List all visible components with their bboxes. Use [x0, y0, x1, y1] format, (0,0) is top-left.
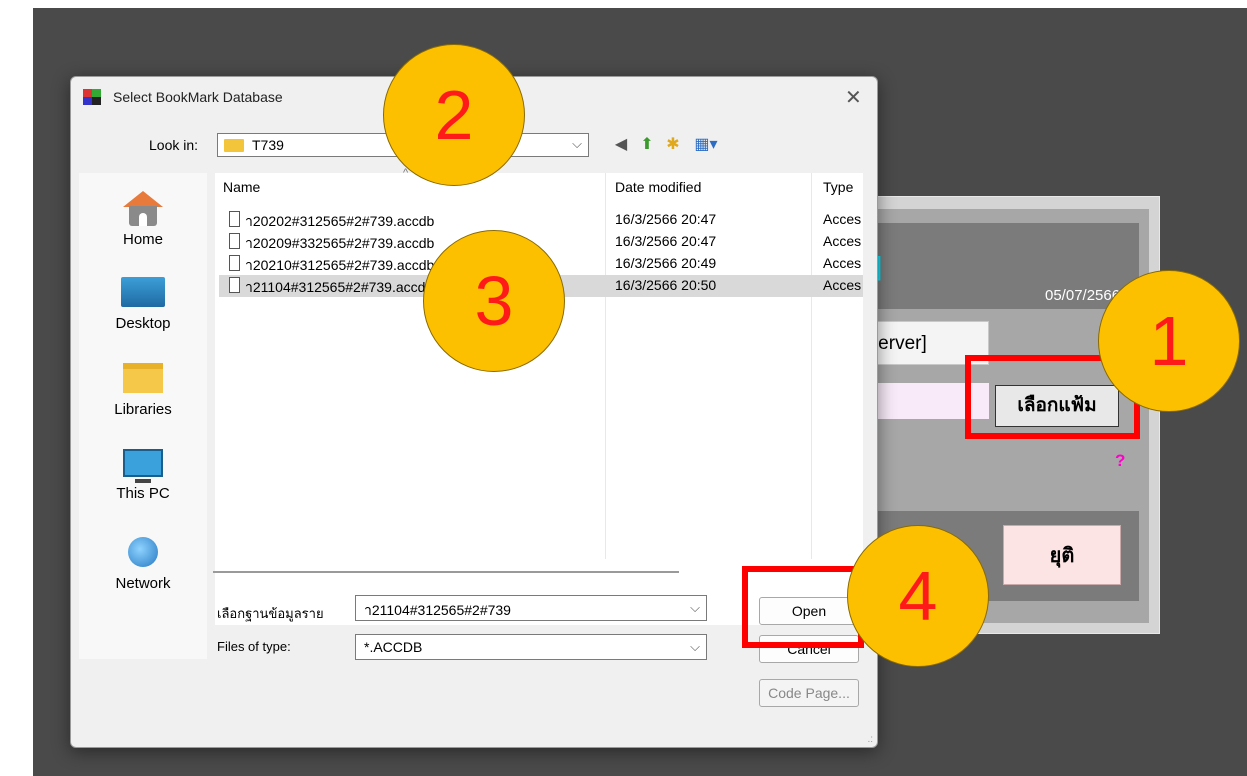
file-icon — [229, 255, 240, 271]
back-icon[interactable]: ◀ — [611, 135, 631, 155]
up-folder-icon[interactable]: ⬆ — [637, 135, 657, 155]
place-label: Libraries — [114, 401, 172, 418]
look-in-value: T739 — [252, 137, 284, 153]
folder-icon — [224, 139, 244, 152]
chevron-down-icon[interactable]: ⌵ — [690, 600, 700, 616]
file-name: า20209#332565#2#739.accdb — [245, 235, 435, 251]
horizontal-scrollbar[interactable] — [213, 571, 679, 573]
file-name-value: า21104#312565#2#739 — [364, 602, 511, 618]
help-icon[interactable]: ? — [1115, 451, 1125, 471]
places-bar: Home Desktop Libraries This PC Network — [79, 173, 207, 659]
place-label: This PC — [116, 485, 170, 502]
file-type: Acces — [823, 211, 862, 227]
file-type: Acces — [823, 255, 862, 271]
file-list[interactable]: Name ^ Date modified Type า20202#312565#… — [215, 167, 863, 625]
file-icon — [229, 211, 240, 227]
file-date: 16/3/2566 20:47 — [615, 211, 717, 227]
place-libraries[interactable]: Libraries — [79, 363, 207, 418]
code-page-button[interactable]: Code Page... — [759, 679, 859, 707]
place-network[interactable]: Network — [79, 537, 207, 592]
place-label: Desktop — [115, 315, 171, 332]
network-icon — [128, 537, 158, 567]
file-name: า21104#312565#2#739.accdb — [245, 279, 434, 295]
file-type-label: Files of type: — [217, 639, 291, 654]
step-4-badge: 4 — [847, 525, 989, 667]
file-type-value: *.ACCDB — [364, 639, 423, 655]
place-label: Network — [115, 575, 171, 592]
column-header-name[interactable]: Name — [223, 179, 260, 195]
file-date: 16/3/2566 20:47 — [615, 233, 717, 249]
step-1-badge: 1 — [1098, 270, 1240, 412]
chevron-down-icon[interactable]: ⌵ — [690, 639, 700, 655]
file-name-label: เลือกฐานข้อมูลราย — [217, 606, 324, 621]
dialog-title: Select BookMark Database — [113, 89, 283, 105]
quit-button[interactable]: ยุติ — [1003, 525, 1121, 585]
app-icon — [83, 89, 101, 105]
resize-grip-icon[interactable]: .: — [867, 734, 873, 745]
file-name: า20210#312565#2#739.accdb — [245, 257, 435, 273]
highlight-box-open — [742, 566, 864, 648]
look-in-label: Look in: — [149, 137, 199, 153]
file-icon — [229, 233, 240, 249]
background-app-header: ] 05/07/2566 — [871, 223, 1139, 309]
file-type: Acces — [823, 233, 862, 249]
file-name-input[interactable]: า21104#312565#2#739 ⌵ — [355, 595, 707, 621]
column-header-type[interactable]: Type — [823, 179, 853, 195]
place-home[interactable]: Home — [79, 191, 207, 248]
place-this-pc[interactable]: This PC — [79, 449, 207, 502]
file-row[interactable]: า20202#312565#2#739.accdb 16/3/2566 20:4… — [219, 209, 863, 231]
home-icon — [123, 191, 163, 227]
file-date: 16/3/2566 20:49 — [615, 255, 717, 271]
close-icon[interactable]: ✕ — [845, 85, 862, 110]
file-date: 16/3/2566 20:50 — [615, 277, 717, 293]
computer-icon — [123, 449, 163, 483]
place-label: Home — [122, 231, 163, 248]
file-icon — [229, 277, 240, 293]
new-folder-icon[interactable]: ✱ — [663, 135, 683, 155]
chevron-down-icon: ⌵ — [572, 136, 582, 151]
place-desktop[interactable]: Desktop — [79, 277, 207, 332]
file-name: า20202#312565#2#739.accdb — [245, 213, 435, 229]
desktop-icon — [121, 277, 165, 307]
column-header-date[interactable]: Date modified — [615, 179, 701, 195]
file-type-dropdown[interactable]: *.ACCDB ⌵ — [355, 634, 707, 660]
step-2-badge: 2 — [383, 44, 525, 186]
libraries-icon — [123, 363, 163, 393]
step-3-badge: 3 — [423, 230, 565, 372]
file-type: Acces — [823, 277, 862, 293]
view-menu-icon[interactable]: ▦▾ — [689, 135, 723, 155]
